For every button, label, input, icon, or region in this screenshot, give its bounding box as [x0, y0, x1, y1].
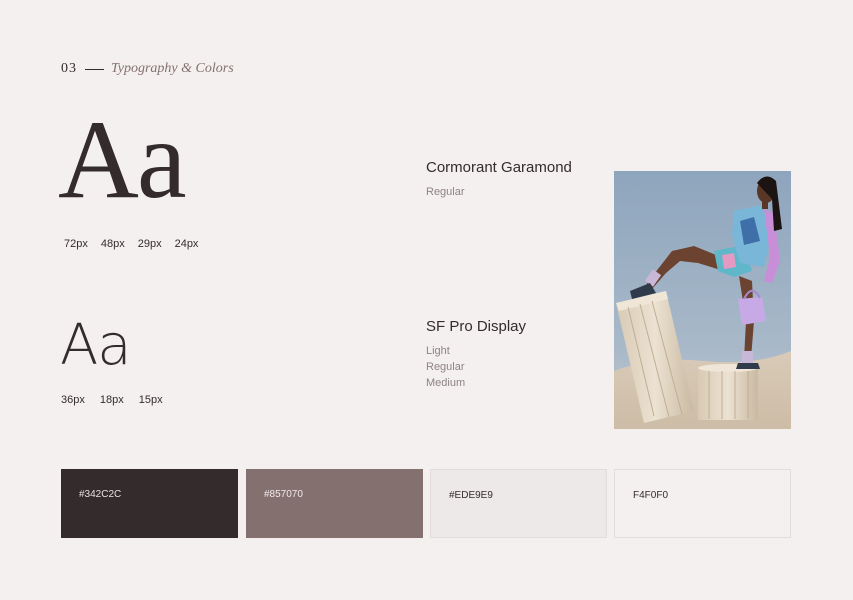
serif-sizes: 72px 48px 29px 24px: [64, 238, 211, 250]
color-swatch-light-gray: #EDE9E9: [430, 469, 607, 538]
color-swatch-mauve: #857070: [246, 469, 423, 538]
sans-sizes: 36px 18px 15px: [61, 394, 178, 406]
sans-size: 18px: [99, 394, 124, 406]
swatch-hex: F4F0F0: [633, 490, 669, 501]
swatch-hex: #857070: [264, 489, 303, 500]
serif-weights: Regular: [426, 184, 465, 200]
fashion-model-photo: [614, 171, 791, 429]
sans-size: 15px: [138, 394, 163, 406]
serif-size: 29px: [137, 238, 162, 250]
sans-size: 36px: [61, 394, 85, 406]
serif-size: 24px: [174, 238, 199, 250]
serif-type-sample: Aa: [58, 98, 187, 222]
serif-size: 48px: [100, 238, 125, 250]
sans-font-name: SF Pro Display: [426, 318, 527, 335]
color-swatch-off-white: F4F0F0: [614, 469, 791, 538]
section-title: Typography & Colors: [111, 61, 234, 76]
serif-weight: Regular: [426, 186, 465, 198]
sans-weight: Light: [426, 345, 450, 357]
serif-size: 72px: [64, 238, 88, 250]
sans-weight: Medium: [426, 377, 466, 389]
sans-type-sample: Aa: [60, 313, 132, 378]
color-swatch-dark: #342C2C: [61, 469, 238, 538]
header-divider: [85, 68, 104, 70]
serif-font-name: Cormorant Garamond: [426, 159, 572, 176]
section-header: 03 Typography & Colors: [61, 61, 234, 77]
swatch-hex: #EDE9E9: [449, 490, 493, 501]
section-number: 03: [61, 61, 77, 76]
sans-weight: Regular: [426, 361, 465, 373]
sans-weights: Light Regular Medium: [426, 343, 465, 391]
swatch-hex: #342C2C: [79, 489, 122, 500]
